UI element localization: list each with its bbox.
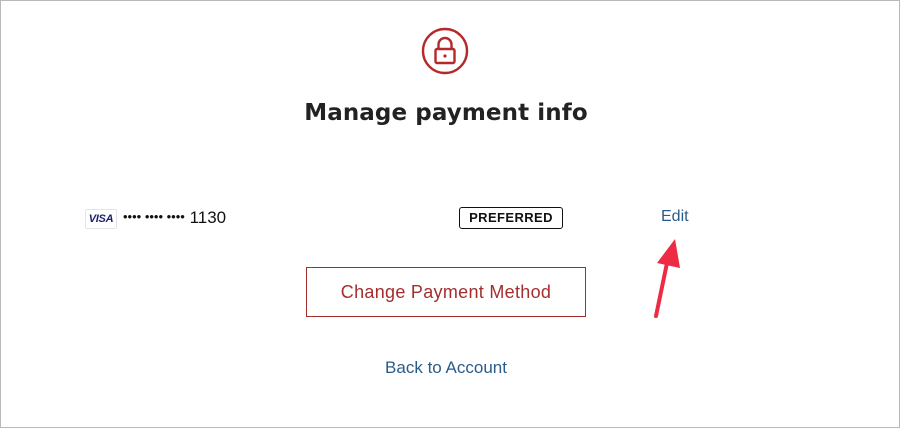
- lock-icon: [421, 27, 469, 75]
- change-payment-method-button[interactable]: Change Payment Method: [306, 267, 586, 317]
- edit-payment-link[interactable]: Edit: [661, 208, 689, 226]
- card-last-four: 1130: [189, 208, 227, 227]
- card-number: •••• •••• •••• 1130: [123, 208, 226, 228]
- page-title: Manage payment info: [304, 100, 588, 126]
- arrow-icon: [654, 239, 680, 318]
- card-number-mask: •••• •••• ••••: [123, 209, 185, 224]
- visa-card-icon: VISA: [85, 209, 117, 229]
- back-to-account-link-row: Back to Account: [1, 358, 891, 378]
- preferred-badge: PREFERRED: [459, 207, 563, 229]
- back-to-account-link[interactable]: Back to Account: [385, 358, 507, 377]
- page-frame: Manage payment info VISA •••• •••• •••• …: [0, 0, 900, 428]
